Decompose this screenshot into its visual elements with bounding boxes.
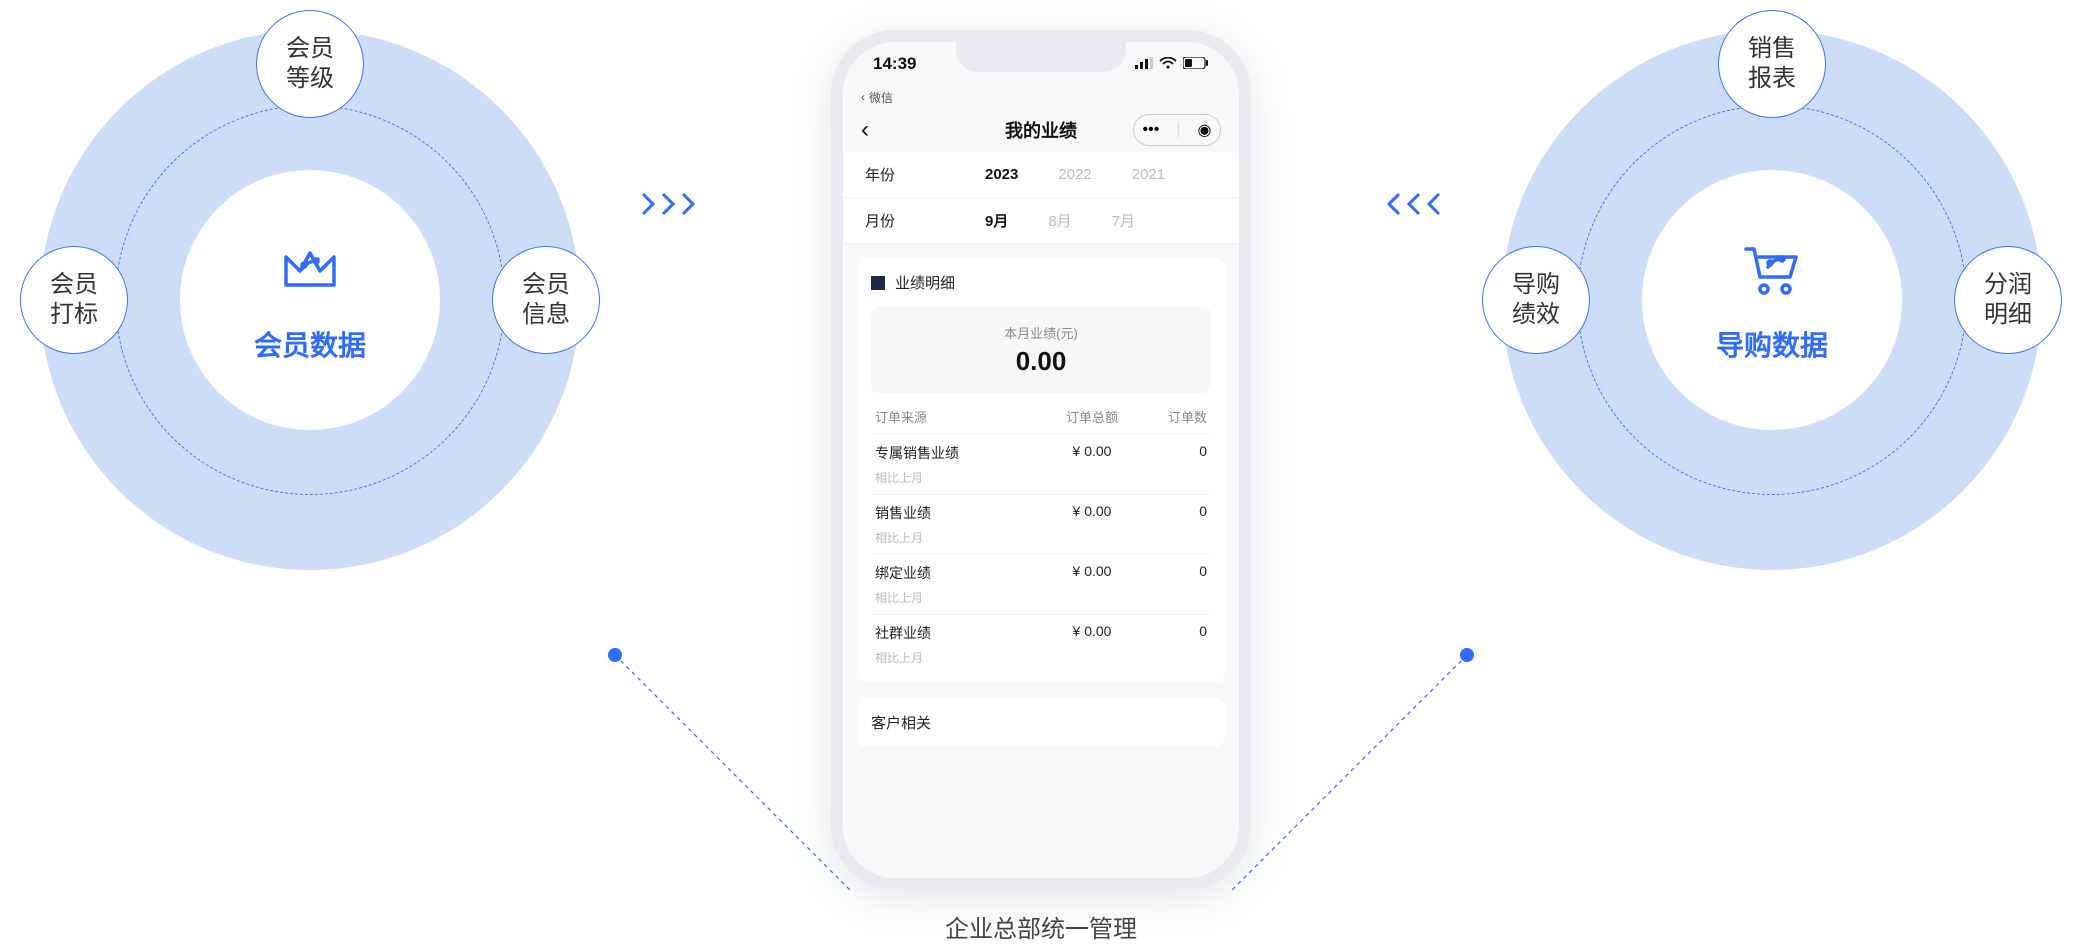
- table-row: 社群业绩¥ 0.000相比上月: [871, 614, 1211, 674]
- phone-notch: [956, 42, 1126, 72]
- connector-left: [310, 570, 850, 930]
- connector-right: [1232, 570, 1772, 930]
- square-icon: [871, 276, 885, 290]
- arrows-right-icon: [640, 190, 700, 218]
- phone-mock: 14:39 ‹ 微信 ‹ 我的业绩 ••• | ◉ 年份 2023 2022 2…: [831, 30, 1251, 890]
- chevron-left-icon: ‹: [861, 90, 865, 104]
- wifi-icon: [1159, 54, 1177, 74]
- satellite-profit: 分润 明细: [1954, 246, 2062, 354]
- satellite-tag: 会员 打标: [20, 246, 128, 354]
- arrows-left-icon: [1382, 190, 1442, 218]
- wechat-back-row[interactable]: ‹ 微信: [843, 86, 1239, 108]
- orbit-title: 会员数据: [254, 324, 366, 364]
- navbar: ‹ 我的业绩 ••• | ◉: [843, 108, 1239, 152]
- summary-box: 本月业绩(元) 0.00: [871, 307, 1211, 393]
- orbit-center: 会员数据: [180, 170, 440, 430]
- satellite-perf: 导购 绩效: [1482, 246, 1590, 354]
- signal-icon: [1135, 54, 1153, 74]
- cart-icon: [1740, 237, 1804, 306]
- orbit-center: 导购数据: [1642, 170, 1902, 430]
- month-filter-row: 月份 9月 8月 7月: [843, 198, 1239, 244]
- guide-data-orbit: 导购数据 销售 报表 导购 绩效 分润 明细: [1502, 30, 2042, 570]
- table-row: 绑定业绩¥ 0.000相比上月: [871, 554, 1211, 614]
- orbit-inner: 会员数据: [115, 105, 505, 495]
- satellite-report: 销售 报表: [1718, 10, 1826, 118]
- table-head: 订单来源订单总额订单数: [871, 393, 1211, 434]
- customer-section[interactable]: 客户相关: [857, 698, 1225, 747]
- miniprogram-actions[interactable]: ••• | ◉: [1133, 114, 1221, 146]
- month-opts[interactable]: 9月 8月 7月: [925, 210, 1217, 231]
- satellite-level: 会员 等级: [256, 10, 364, 118]
- table-row: 专属销售业绩¥ 0.000相比上月: [871, 434, 1211, 494]
- satellite-info: 会员 信息: [492, 246, 600, 354]
- performance-card: 业绩明细 本月业绩(元) 0.00 订单来源订单总额订单数 专属销售业绩¥ 0.…: [857, 258, 1225, 682]
- orbit-title: 导购数据: [1716, 324, 1828, 364]
- year-opts[interactable]: 2023 2022 2021: [925, 166, 1217, 183]
- battery-icon: [1183, 54, 1209, 74]
- crown-icon: [278, 237, 342, 306]
- target-icon[interactable]: ◉: [1198, 120, 1212, 140]
- status-time: 14:39: [873, 54, 916, 74]
- year-filter-row: 年份 2023 2022 2021: [843, 152, 1239, 198]
- more-icon[interactable]: •••: [1143, 121, 1160, 139]
- back-icon[interactable]: ‹: [861, 116, 869, 144]
- table-row: 销售业绩¥ 0.000相比上月: [871, 494, 1211, 554]
- caption: 企业总部统一管理: [945, 909, 1137, 944]
- orbit-inner: 导购数据: [1577, 105, 1967, 495]
- member-data-orbit: 会员数据 会员 等级 会员 打标 会员 信息: [40, 30, 580, 570]
- page-title: 我的业绩: [1005, 117, 1077, 143]
